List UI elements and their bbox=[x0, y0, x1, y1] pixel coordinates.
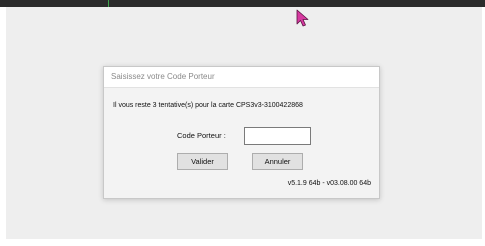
annuler-button[interactable]: Annuler bbox=[252, 153, 303, 170]
mouse-cursor-icon bbox=[296, 9, 309, 27]
valider-button[interactable]: Valider bbox=[177, 153, 228, 170]
taskbar-accent bbox=[108, 0, 109, 7]
pin-dialog: Saisissez votre Code Porteur Il vous res… bbox=[103, 66, 380, 199]
taskbar bbox=[0, 0, 485, 7]
version-text: v5.1.9 64b - v03.08.00 64b bbox=[287, 180, 371, 187]
attempts-message: Il vous reste 3 tentative(s) pour la car… bbox=[113, 102, 303, 109]
code-porteur-input[interactable] bbox=[244, 127, 311, 145]
dialog-title: Saisissez votre Code Porteur bbox=[111, 72, 215, 81]
dialog-titlebar: Saisissez votre Code Porteur bbox=[104, 67, 379, 88]
code-porteur-label: Code Porteur : bbox=[177, 131, 226, 140]
